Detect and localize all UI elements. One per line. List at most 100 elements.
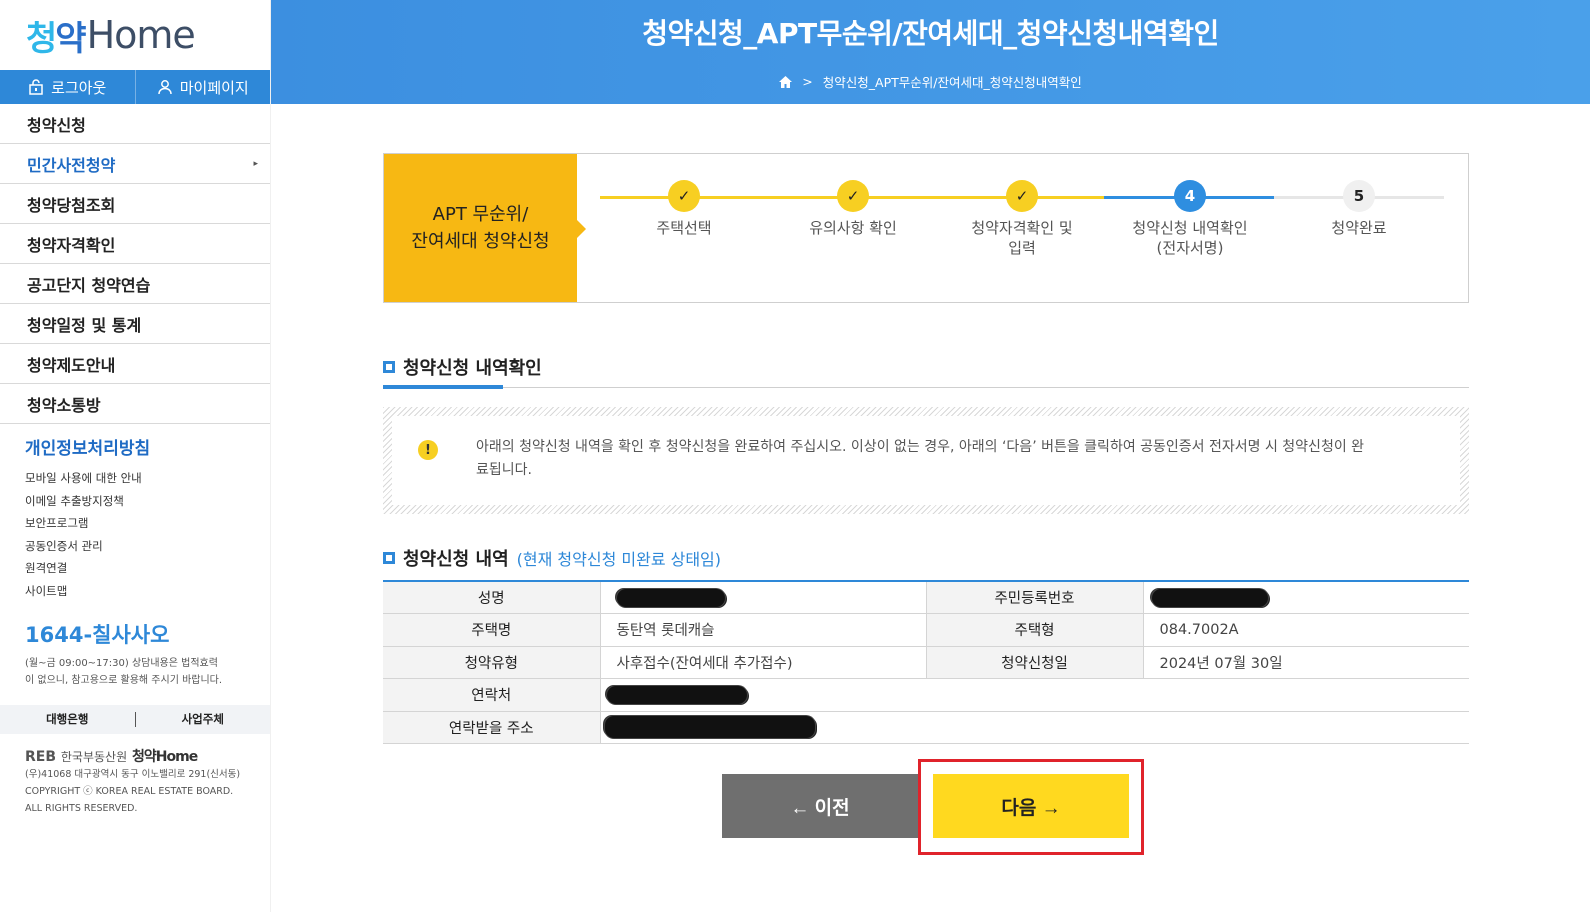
main-menu: 청약신청 민간사전청약 ▸ 청약당첨조회 청약자격확인 공고단지 청약연습 청약일… (0, 104, 270, 424)
link-sitemap[interactable]: 사이트맵 (25, 580, 270, 603)
logout-button[interactable]: 로그아웃 (0, 70, 135, 104)
main-content: APT 무순위/잔여세대 청약신청 ✓ 주택선택 ✓ 유의사항 확인 ✓ 청약자… (271, 104, 1590, 912)
logo-ko-text: 청약 (26, 18, 87, 59)
menu-item-community[interactable]: 청약소통방 (0, 384, 270, 424)
auth-bar: 로그아웃 마이페이지 (0, 70, 270, 104)
partner-bar: 대행은행 사업주체 (0, 704, 271, 734)
mypage-label: 마이페이지 (179, 78, 249, 97)
step-number: 4 (1174, 180, 1206, 212)
progress-steps: APT 무순위/잔여세대 청약신청 ✓ 주택선택 ✓ 유의사항 확인 ✓ 청약자… (383, 153, 1469, 303)
redacted-name (616, 588, 725, 607)
footer: REB 한국부동산원 청약Home (우)41068 대구광역시 동구 이노밸리… (0, 734, 270, 817)
address-value (600, 711, 1469, 744)
menu-item-practice[interactable]: 공고단지 청약연습 (0, 264, 270, 304)
menu-item-winner-lookup[interactable]: 청약당첨조회 (0, 184, 270, 224)
house-type-label: 주택형 (926, 613, 1144, 647)
privacy-section: 개인정보처리방침 모바일 사용에 대한 안내 이메일 추출방지정책 보안프로그램… (0, 424, 270, 603)
notice-text: 아래의 청약신청 내역을 확인 후 청약신청을 완료하여 주십시오. 이상이 없… (476, 439, 1365, 478)
step-number: 5 (1343, 180, 1375, 212)
table-row: 청약유형 사후접수(잔여세대 추가접수) 청약신청일 2024년 07월 30일 (383, 646, 1469, 679)
menu-item-guide[interactable]: 청약제도안내 (0, 344, 270, 384)
call-center: 1644-칠사사오 (월~금 09:00~17:30) 상담내용은 법적효력이 … (0, 603, 270, 689)
footer-address: (우)41068 대구광역시 동구 이노밸리로 291(신서동) (25, 768, 241, 780)
logo-en-text: Home (86, 13, 196, 57)
confirm-section-title: 청약신청 내역확인 (383, 354, 542, 380)
house-type-value: 084.7002A (1143, 613, 1469, 647)
submenu-arrow-icon: ▸ (253, 158, 258, 169)
menu-item-label: 청약당첨조회 (27, 195, 116, 215)
menu-item-eligibility[interactable]: 청약자격확인 (0, 224, 270, 264)
call-center-note: (월~금 09:00~17:30) 상담내용은 법적효력이 없으니, 참고용으로… (25, 657, 223, 686)
link-remote[interactable]: 원격연결 (25, 557, 270, 580)
application-detail-table: 성명 주민등록번호 주택명 동탄역 롯데캐슬 주택형 084.7002A 청약유… (383, 580, 1469, 744)
call-center-phone: 1644-칠사사오 (25, 622, 170, 647)
menu-item-label: 청약신청 (27, 115, 86, 135)
step-label: 청약완료 (1331, 219, 1387, 237)
menu-item-private-presale[interactable]: 민간사전청약 ▸ (0, 144, 270, 184)
step-label: 청약신청 내역확인 (전자서명) (1132, 219, 1248, 257)
home-icon[interactable] (779, 75, 793, 88)
link-mobile-guide[interactable]: 모바일 사용에 대한 안내 (25, 467, 270, 490)
footer-copyright: COPYRIGHT ⓒ KOREA REAL ESTATE BOARD. (25, 785, 234, 797)
step-label: 주택선택 (656, 219, 712, 237)
link-email-policy[interactable]: 이메일 추출방지정책 (25, 490, 270, 513)
table-row: 성명 주민등록번호 (383, 581, 1469, 614)
page-title: 청약신청_APT무순위/잔여세대_청약신청내역확인 (642, 17, 1219, 50)
warning-icon: ! (418, 440, 438, 460)
contact-label: 연락처 (383, 678, 601, 712)
link-certificate[interactable]: 공동인증서 관리 (25, 535, 270, 558)
step-label: 청약자격확인 및 입력 (971, 219, 1073, 257)
check-icon: ✓ (837, 180, 869, 212)
logout-label: 로그아웃 (51, 78, 107, 97)
apply-date-label: 청약신청일 (926, 646, 1144, 679)
step-house-select: ✓ 주택선택 (599, 180, 769, 238)
next-button[interactable]: 다음 → (933, 774, 1129, 838)
contact-value (600, 678, 1469, 712)
step-complete: 5 청약완료 (1274, 180, 1444, 238)
mypage-button[interactable]: 마이페이지 (134, 70, 271, 104)
redacted-address (604, 716, 815, 739)
menu-item-label: 청약자격확인 (27, 235, 116, 255)
menu-item-label: 청약소통방 (27, 395, 101, 415)
site-logo[interactable]: 청약 Home (0, 0, 270, 70)
footer-logo: REB 한국부동산원 청약Home (25, 748, 198, 765)
menu-item-apply[interactable]: 청약신청 (0, 104, 270, 144)
user-icon (157, 80, 172, 95)
breadcrumb-current[interactable]: 청약신청_APT무순위/잔여세대_청약신청내역확인 (823, 72, 1082, 91)
redacted-contact (606, 685, 747, 704)
menu-item-label: 청약제도안내 (27, 355, 116, 375)
sidebar: 청약 Home 로그아웃 마이페이지 청약신청 민간사전청약 ▸ 청약당첨조회 청약… (0, 0, 271, 912)
redacted-rrn (1151, 588, 1268, 607)
house-label: 주택명 (383, 613, 601, 647)
bank-link[interactable]: 대행은행 (0, 705, 135, 734)
section-bullet-icon (383, 361, 395, 373)
step-label: 유의사항 확인 (809, 219, 897, 237)
apply-date-value: 2024년 07월 30일 (1143, 646, 1469, 679)
menu-item-label: 청약일정 및 통계 (27, 315, 142, 335)
link-security-program[interactable]: 보안프로그램 (25, 512, 270, 535)
notice-box: ! 아래의 청약신청 내역을 확인 후 청약신청을 완료하여 주십시오. 이상이… (383, 407, 1469, 514)
table-row: 연락받을 주소 (383, 711, 1469, 744)
table-row: 연락처 (383, 678, 1469, 712)
house-value: 동탄역 롯데캐슬 (600, 613, 927, 647)
page-header: 청약신청_APT무순위/잔여세대_청약신청내역확인 > 청약신청_APT무순위/… (271, 0, 1590, 104)
menu-item-label: 공고단지 청약연습 (27, 275, 151, 295)
prev-button[interactable]: ← 이전 (722, 774, 918, 838)
privacy-policy-link[interactable]: 개인정보처리방침 (25, 434, 270, 459)
rrn-label: 주민등록번호 (926, 581, 1144, 614)
steps-title: APT 무순위/잔여세대 청약신청 (384, 154, 586, 302)
address-label: 연락받을 주소 (383, 711, 601, 744)
detail-section-title: 청약신청 내역 (현재 청약신청 미완료 상태임) (383, 545, 721, 571)
status-note: (현재 청약신청 미완료 상태임) (516, 550, 722, 569)
lock-icon (29, 79, 43, 95)
section-divider (383, 385, 1469, 389)
check-icon: ✓ (1006, 180, 1038, 212)
name-value (600, 581, 927, 614)
business-link[interactable]: 사업주체 (134, 711, 271, 727)
apply-type-value: 사후접수(잔여세대 추가접수) (600, 646, 927, 679)
menu-item-schedule[interactable]: 청약일정 및 통계 (0, 304, 270, 344)
rrn-value (1143, 581, 1469, 614)
breadcrumb: > 청약신청_APT무순위/잔여세대_청약신청내역확인 (271, 72, 1590, 91)
step-eligibility-input: ✓ 청약자격확인 및 입력 (937, 180, 1107, 258)
menu-item-label: 민간사전청약 (27, 155, 116, 175)
